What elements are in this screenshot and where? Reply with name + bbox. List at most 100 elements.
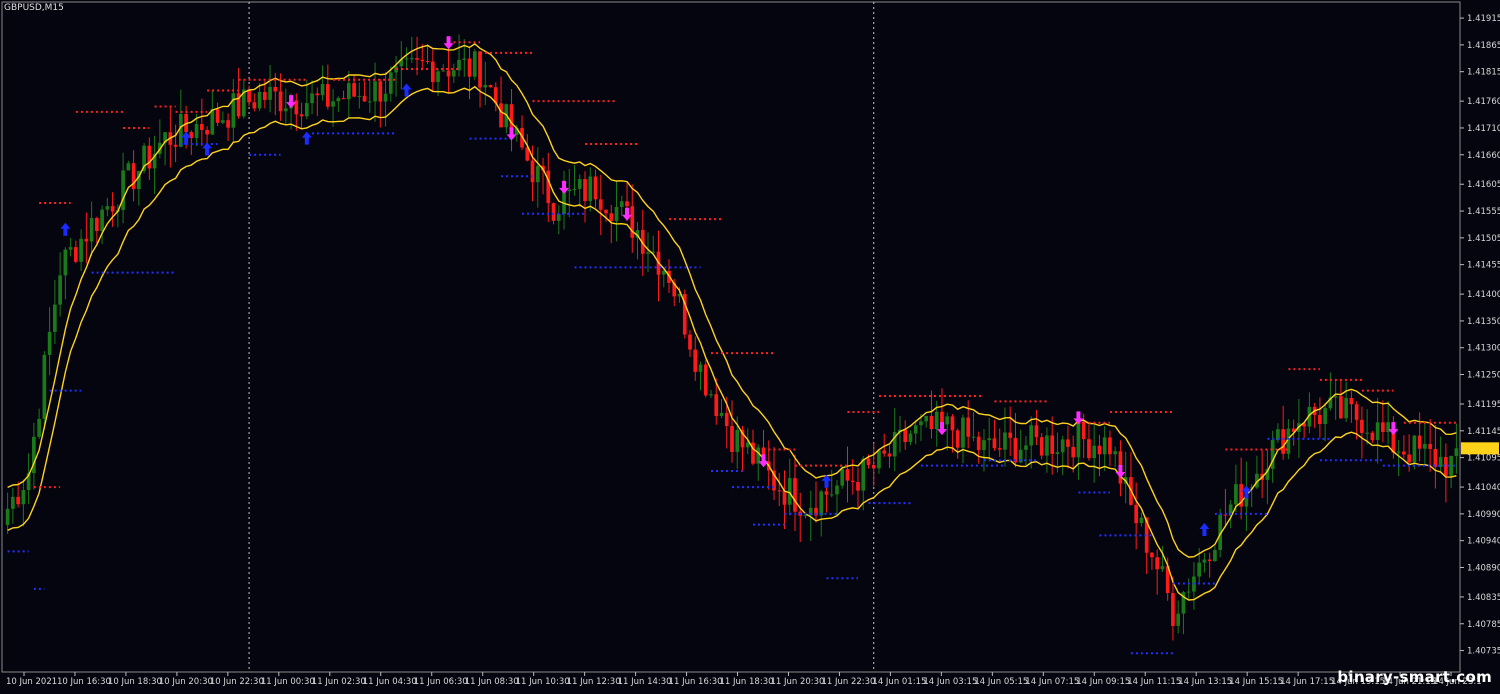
candle-body[interactable] (871, 464, 876, 469)
candle-body[interactable] (1066, 439, 1070, 447)
candle-body[interactable] (262, 91, 267, 100)
candle-body[interactable] (1344, 397, 1348, 419)
buy-arrow-icon[interactable] (60, 222, 71, 236)
candle-body[interactable] (1024, 445, 1028, 450)
candle-body[interactable] (215, 109, 220, 123)
candle-body[interactable] (777, 490, 782, 492)
candle-body[interactable] (299, 114, 304, 117)
candle-body[interactable] (861, 458, 866, 491)
buy-arrow-icon[interactable] (202, 142, 213, 156)
candle-body[interactable] (1076, 421, 1081, 458)
candle-body[interactable] (21, 489, 26, 505)
candle-body[interactable] (325, 84, 330, 107)
candle-body[interactable] (567, 189, 572, 192)
candle-body[interactable] (714, 394, 719, 416)
candle-body[interactable] (1365, 432, 1369, 434)
candle-body[interactable] (719, 412, 724, 416)
candle-body[interactable] (1102, 437, 1107, 455)
candle-body[interactable] (1197, 562, 1202, 577)
candle-body[interactable] (499, 103, 503, 128)
candle-body[interactable] (420, 59, 425, 62)
candle-body[interactable] (221, 120, 225, 123)
candle-body[interactable] (966, 417, 971, 437)
candle-body[interactable] (378, 81, 383, 102)
candle-body[interactable] (446, 70, 451, 77)
candle-body[interactable] (1108, 437, 1112, 455)
candle-body[interactable] (79, 238, 83, 262)
candle-body[interactable] (1113, 451, 1118, 455)
candle-body[interactable] (919, 421, 923, 426)
candle-body[interactable] (425, 61, 430, 63)
candle-body[interactable] (63, 249, 68, 276)
candle-body[interactable] (1202, 559, 1207, 563)
candle-body[interactable] (357, 95, 362, 97)
candle-body[interactable] (89, 217, 94, 242)
candle-body[interactable] (787, 478, 792, 505)
candle-body[interactable] (352, 83, 356, 97)
candle-body[interactable] (572, 188, 577, 190)
candle-body[interactable] (1050, 435, 1055, 454)
candle-body[interactable] (593, 176, 598, 200)
candle-body[interactable] (614, 206, 619, 221)
candle-body[interactable] (278, 91, 283, 112)
candle-body[interactable] (210, 109, 215, 135)
candle-body[interactable] (730, 425, 734, 452)
candle-body[interactable] (37, 418, 41, 437)
candle-body[interactable] (530, 160, 535, 183)
candle-body[interactable] (1412, 435, 1417, 463)
candle-body[interactable] (1207, 559, 1212, 562)
candle-body[interactable] (1176, 613, 1181, 626)
candlestick-chart-svg[interactable]: 1.41915 1.41865 1.41815 1.41760 1.41710 1.416… (0, 0, 1500, 690)
candle-body[interactable] (835, 485, 839, 495)
candle-body[interactable] (74, 247, 78, 262)
candle-body[interactable] (1454, 448, 1459, 457)
candle-body[interactable] (982, 440, 986, 451)
candle-body[interactable] (58, 275, 62, 305)
candle-body[interactable] (987, 438, 992, 441)
candle-body[interactable] (829, 494, 834, 496)
candle-body[interactable] (646, 252, 650, 254)
candle-body[interactable] (362, 95, 367, 102)
candle-body[interactable] (1008, 432, 1013, 438)
candle-body[interactable] (42, 354, 47, 419)
candle-body[interactable] (1039, 437, 1044, 456)
candle-body[interactable] (1428, 444, 1432, 449)
candle-body[interactable] (53, 304, 57, 332)
candle-body[interactable] (934, 411, 939, 430)
candle-body[interactable] (179, 114, 183, 147)
candle-body[interactable] (310, 93, 314, 104)
candle-body[interactable] (1155, 557, 1160, 570)
candle-body[interactable] (924, 415, 929, 422)
candle-body[interactable] (698, 364, 703, 372)
candle-body[interactable] (331, 101, 335, 107)
candle-body[interactable] (478, 51, 482, 88)
candle-body[interactable] (47, 331, 52, 355)
candle-body[interactable] (1417, 435, 1422, 449)
candle-body[interactable] (1354, 404, 1359, 420)
candle-body[interactable] (1160, 566, 1165, 570)
candle-body[interactable] (1381, 422, 1385, 432)
candle-body[interactable] (341, 98, 346, 100)
candle-body[interactable] (976, 436, 981, 451)
candle-body[interactable] (11, 496, 15, 509)
candle-body[interactable] (756, 447, 761, 464)
candle-body[interactable] (840, 469, 845, 486)
candle-body[interactable] (1171, 593, 1175, 626)
candle-body[interactable] (903, 429, 908, 443)
candle-body[interactable] (745, 442, 750, 448)
candle-body[interactable] (273, 86, 278, 92)
candle-body[interactable] (588, 176, 593, 202)
candle-body[interactable] (703, 364, 708, 396)
candle-body[interactable] (1333, 396, 1338, 398)
candle-body[interactable] (577, 179, 582, 189)
candle-body[interactable] (908, 433, 913, 443)
candle-body[interactable] (1097, 445, 1102, 455)
candle-body[interactable] (252, 102, 257, 109)
candle-body[interactable] (283, 108, 288, 112)
candle-body[interactable] (1370, 432, 1375, 441)
candle-body[interactable] (1423, 444, 1427, 449)
candle-body[interactable] (793, 478, 797, 512)
candle-body[interactable] (315, 93, 320, 96)
candle-body[interactable] (1213, 550, 1217, 562)
candle-body[interactable] (1150, 552, 1154, 558)
